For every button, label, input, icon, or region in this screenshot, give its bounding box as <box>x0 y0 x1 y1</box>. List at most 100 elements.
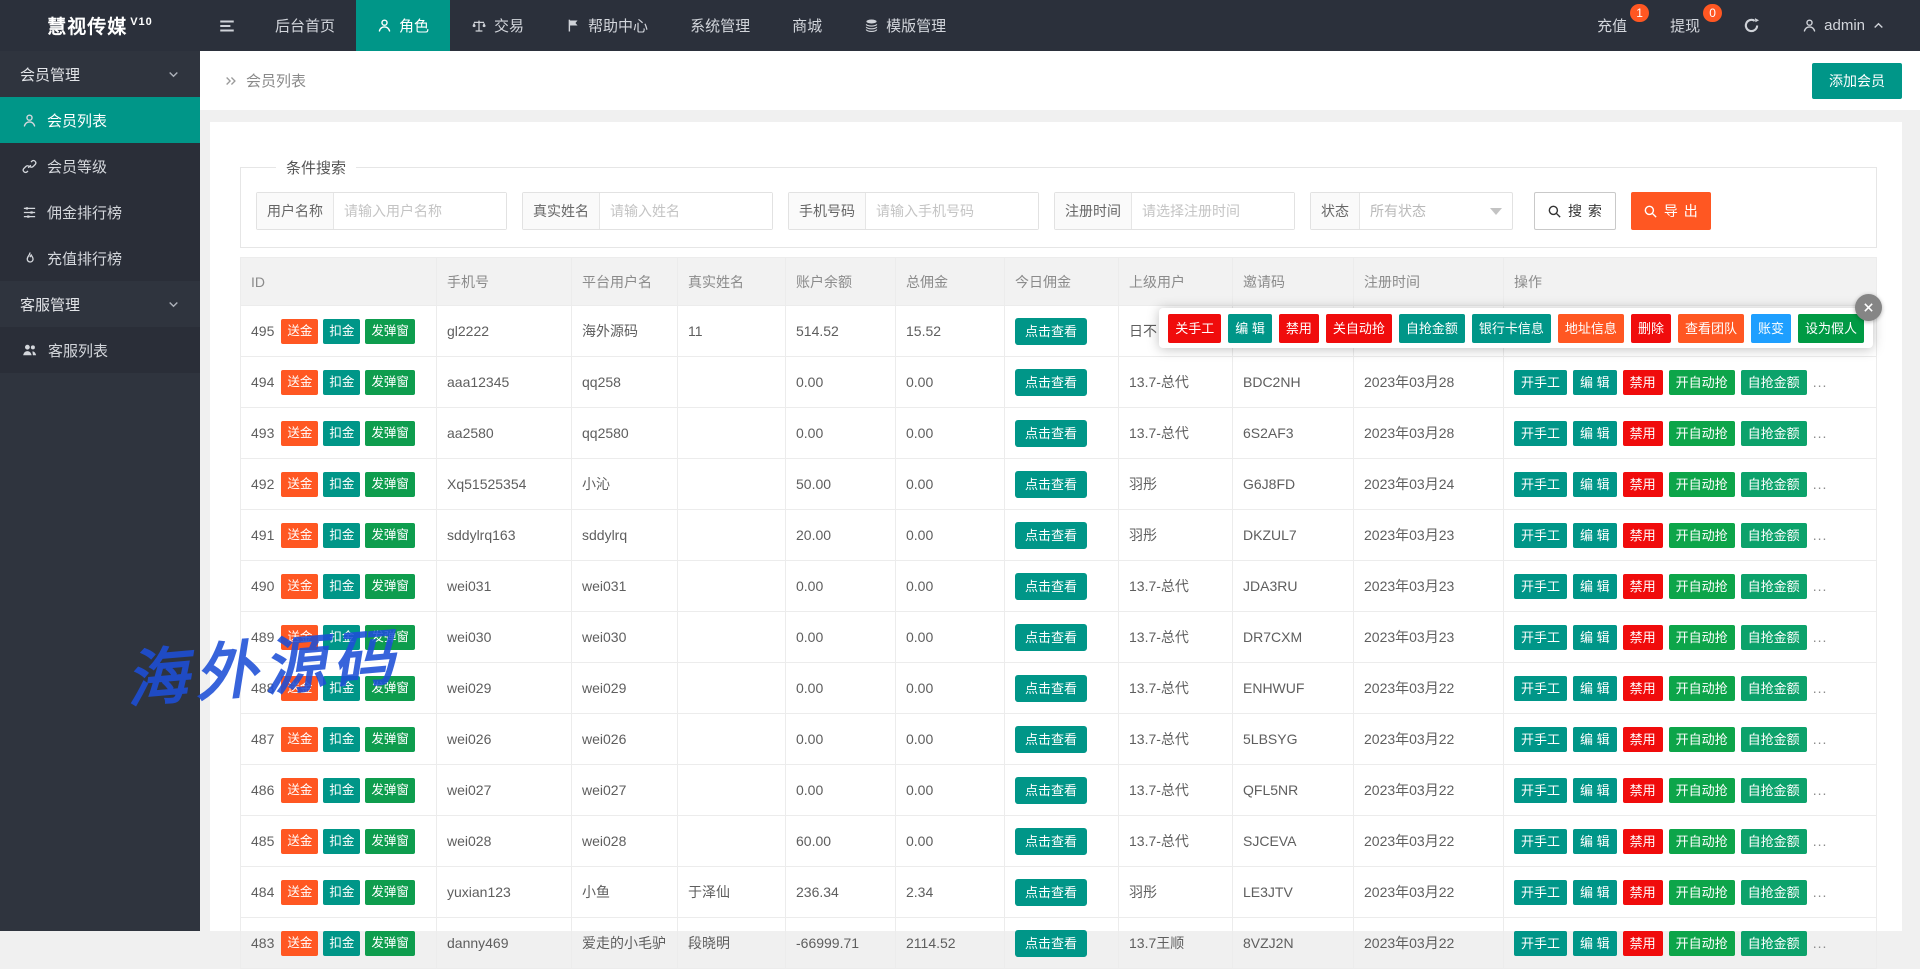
sidebar-group[interactable]: 客服管理 <box>0 281 200 327</box>
view-today-commission-button[interactable]: 点击查看 <box>1015 369 1087 396</box>
id-action-button[interactable]: 扣金 <box>323 523 360 548</box>
row-action-button[interactable]: 开手工 <box>1514 880 1567 905</box>
row-action-button[interactable]: 开手工 <box>1514 931 1567 956</box>
row-action-button[interactable]: 编 辑 <box>1573 778 1617 803</box>
id-action-button[interactable]: 送金 <box>281 778 318 803</box>
view-today-commission-button[interactable]: 点击查看 <box>1015 318 1087 345</box>
user-menu[interactable]: admin <box>1781 0 1906 51</box>
export-button[interactable]: 导 出 <box>1631 192 1711 230</box>
row-action-button[interactable]: 禁用 <box>1623 574 1663 599</box>
row-action-button[interactable]: 自抢金额 <box>1741 625 1807 650</box>
row-action-button[interactable]: 禁用 <box>1623 880 1663 905</box>
row-action-button[interactable]: 自抢金额 <box>1741 472 1807 497</box>
more-actions[interactable]: ... <box>1813 374 1828 390</box>
id-action-button[interactable]: 发弹窗 <box>365 574 415 599</box>
more-actions[interactable]: ... <box>1813 578 1828 594</box>
more-actions[interactable]: ... <box>1813 833 1828 849</box>
sidebar-group[interactable]: 会员管理 <box>0 51 200 97</box>
more-actions[interactable]: ... <box>1813 629 1828 645</box>
id-action-button[interactable]: 送金 <box>281 676 318 701</box>
view-today-commission-button[interactable]: 点击查看 <box>1015 879 1087 906</box>
close-icon[interactable] <box>1855 294 1882 321</box>
row-action-button[interactable]: 开手工 <box>1514 829 1567 854</box>
row-action-button[interactable]: 自抢金额 <box>1741 574 1807 599</box>
id-action-button[interactable]: 送金 <box>281 370 318 395</box>
id-action-button[interactable]: 送金 <box>281 574 318 599</box>
add-member-button[interactable]: 添加会员 <box>1812 63 1902 99</box>
row-action-button[interactable]: 禁用 <box>1623 472 1663 497</box>
id-action-button[interactable]: 送金 <box>281 931 318 956</box>
more-actions[interactable]: ... <box>1813 680 1828 696</box>
row-action-button[interactable]: 禁用 <box>1623 676 1663 701</box>
topnav-item[interactable]: 交易 <box>450 0 545 51</box>
filter-input[interactable] <box>334 193 506 229</box>
row-action-button[interactable]: 编 辑 <box>1573 523 1617 548</box>
view-today-commission-button[interactable]: 点击查看 <box>1015 675 1087 702</box>
row-action-button[interactable]: 开手工 <box>1514 370 1567 395</box>
row-action-button[interactable]: 禁用 <box>1623 931 1663 956</box>
row-action-button[interactable]: 开手工 <box>1514 625 1567 650</box>
sidebar-item[interactable]: 佣金排行榜 <box>0 189 200 235</box>
view-today-commission-button[interactable]: 点击查看 <box>1015 777 1087 804</box>
topnav-item[interactable]: 系统管理 <box>669 0 771 51</box>
filter-input[interactable] <box>1132 193 1294 229</box>
topnav-item[interactable]: 后台首页 <box>254 0 356 51</box>
filter-input[interactable] <box>600 193 772 229</box>
row-action-button[interactable]: 开自动抢 <box>1669 472 1735 497</box>
id-action-button[interactable]: 扣金 <box>323 625 360 650</box>
more-actions[interactable]: ... <box>1813 935 1828 951</box>
row-action-button[interactable]: 开手工 <box>1514 676 1567 701</box>
popup-action-button[interactable]: 编 辑 <box>1228 314 1272 343</box>
row-action-button[interactable]: 编 辑 <box>1573 880 1617 905</box>
row-action-button[interactable]: 自抢金额 <box>1741 727 1807 752</box>
popup-action-button[interactable]: 设为假人 <box>1798 314 1864 343</box>
popup-action-button[interactable]: 银行卡信息 <box>1472 314 1551 343</box>
view-today-commission-button[interactable]: 点击查看 <box>1015 471 1087 498</box>
row-action-button[interactable]: 开自动抢 <box>1669 574 1735 599</box>
row-action-button[interactable]: 开自动抢 <box>1669 931 1735 956</box>
id-action-button[interactable]: 扣金 <box>323 829 360 854</box>
row-action-button[interactable]: 编 辑 <box>1573 574 1617 599</box>
id-action-button[interactable]: 送金 <box>281 880 318 905</box>
more-actions[interactable]: ... <box>1813 884 1828 900</box>
view-today-commission-button[interactable]: 点击查看 <box>1015 726 1087 753</box>
more-actions[interactable]: ... <box>1813 425 1828 441</box>
row-action-button[interactable]: 禁用 <box>1623 421 1663 446</box>
row-action-button[interactable]: 自抢金额 <box>1741 421 1807 446</box>
row-action-button[interactable]: 开自动抢 <box>1669 625 1735 650</box>
view-today-commission-button[interactable]: 点击查看 <box>1015 930 1087 957</box>
row-action-button[interactable]: 禁用 <box>1623 523 1663 548</box>
row-action-button[interactable]: 自抢金额 <box>1741 931 1807 956</box>
row-action-button[interactable]: 编 辑 <box>1573 472 1617 497</box>
id-action-button[interactable]: 扣金 <box>323 727 360 752</box>
topnav-item[interactable]: 角色 <box>356 0 450 51</box>
topnav-item[interactable]: 模版管理 <box>843 0 967 51</box>
id-action-button[interactable]: 扣金 <box>323 421 360 446</box>
topnav-notify-item[interactable]: 提现0 <box>1649 0 1722 51</box>
row-action-button[interactable]: 编 辑 <box>1573 829 1617 854</box>
row-action-button[interactable]: 编 辑 <box>1573 931 1617 956</box>
row-action-button[interactable]: 开手工 <box>1514 421 1567 446</box>
row-action-button[interactable]: 开自动抢 <box>1669 676 1735 701</box>
id-action-button[interactable]: 发弹窗 <box>365 421 415 446</box>
refresh-button[interactable] <box>1722 0 1781 51</box>
more-actions[interactable]: ... <box>1813 476 1828 492</box>
row-action-button[interactable]: 开自动抢 <box>1669 421 1735 446</box>
id-action-button[interactable]: 扣金 <box>323 319 360 344</box>
id-action-button[interactable]: 送金 <box>281 472 318 497</box>
row-action-button[interactable]: 开手工 <box>1514 574 1567 599</box>
id-action-button[interactable]: 送金 <box>281 829 318 854</box>
more-actions[interactable]: ... <box>1813 527 1828 543</box>
id-action-button[interactable]: 发弹窗 <box>365 472 415 497</box>
row-action-button[interactable]: 开自动抢 <box>1669 778 1735 803</box>
popup-action-button[interactable]: 关手工 <box>1168 314 1221 343</box>
row-action-button[interactable]: 编 辑 <box>1573 370 1617 395</box>
row-action-button[interactable]: 开自动抢 <box>1669 727 1735 752</box>
id-action-button[interactable]: 发弹窗 <box>365 625 415 650</box>
id-action-button[interactable]: 发弹窗 <box>365 880 415 905</box>
row-action-button[interactable]: 开手工 <box>1514 472 1567 497</box>
sidebar-item[interactable]: 客服列表 <box>0 327 200 373</box>
id-action-button[interactable]: 扣金 <box>323 676 360 701</box>
row-action-button[interactable]: 编 辑 <box>1573 625 1617 650</box>
popup-action-button[interactable]: 地址信息 <box>1558 314 1624 343</box>
